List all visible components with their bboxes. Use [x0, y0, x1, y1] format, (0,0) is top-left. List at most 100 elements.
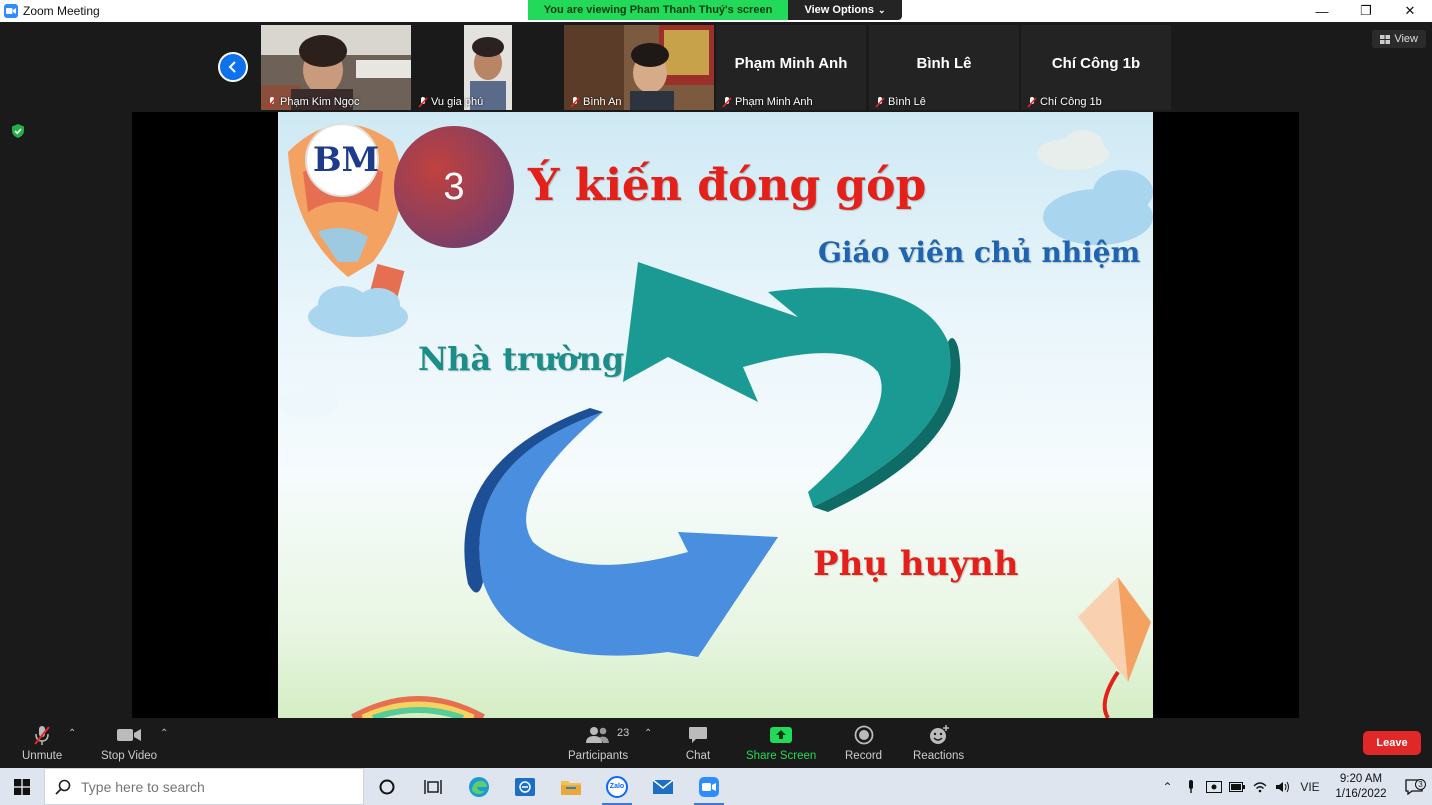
view-options-button[interactable]: View Options ⌄ — [788, 0, 902, 20]
mic-muted-icon — [34, 726, 50, 745]
rainbow-illustration — [351, 696, 485, 718]
zoom-app-icon — [699, 776, 719, 797]
task-view-button[interactable] — [410, 768, 456, 805]
shared-screen: BM 3 Ý kiến đóng góp Giáo viên chủ nhiệm… — [132, 112, 1299, 718]
video-camera-icon — [117, 729, 142, 741]
cortana-button[interactable] — [364, 768, 410, 805]
cloud-illustration — [278, 286, 408, 418]
view-options-label: View Options — [804, 4, 874, 16]
search-input[interactable] — [81, 778, 341, 795]
speaker-volume-icon[interactable] — [1271, 781, 1294, 793]
taskbar-app-mail[interactable] — [640, 768, 686, 805]
mic-muted-icon — [875, 96, 885, 108]
security-shield-icon[interactable] — [11, 124, 25, 138]
taskbar-app-edge[interactable] — [456, 768, 502, 805]
participants-options-caret[interactable]: ⌃ — [644, 728, 652, 739]
chat-button[interactable]: Chat — [684, 723, 712, 762]
search-icon — [55, 779, 71, 795]
mail-icon — [652, 778, 674, 794]
battery-icon[interactable] — [1225, 781, 1248, 792]
meet-now-icon[interactable] — [1202, 780, 1225, 793]
window-title: Zoom Meeting — [23, 4, 100, 18]
taskbar-app-zalo[interactable]: Zalo — [594, 768, 640, 805]
mic-muted-icon — [267, 96, 277, 108]
gallery-strip: Phạm Kim Ngọc Vu gia phú Bình An Phạm Mi… — [0, 22, 1432, 112]
participant-display-name: Phạm Minh Anh — [734, 55, 848, 72]
chevron-left-icon — [228, 61, 236, 73]
notification-count: 3 — [1415, 778, 1426, 790]
presentation-slide: BM 3 Ý kiến đóng góp Giáo viên chủ nhiệm… — [278, 112, 1153, 718]
record-button[interactable]: Record — [845, 723, 882, 762]
chat-bubble-icon — [689, 727, 707, 743]
participant-tile[interactable]: Phạm Kim Ngọc — [261, 25, 411, 110]
wifi-icon[interactable] — [1248, 781, 1271, 793]
participants-icon — [586, 727, 610, 743]
chevron-down-icon: ⌄ — [877, 4, 886, 15]
windows-logo-icon — [14, 778, 30, 795]
mic-muted-icon — [570, 96, 580, 108]
reactions-icon — [929, 725, 949, 744]
participant-name: Vu gia phú — [418, 96, 483, 108]
mic-muted-icon — [418, 96, 428, 108]
notifications-button[interactable]: 3 — [1396, 778, 1432, 795]
start-button[interactable] — [0, 768, 44, 805]
participant-name: Chí Công 1b — [1027, 96, 1102, 108]
share-banner: You are viewing Pham Thanh Thuý's screen… — [528, 0, 902, 20]
participant-name: Phạm Minh Anh — [722, 96, 813, 108]
slide-number-circle: 3 — [394, 126, 514, 248]
app-window-icon — [515, 777, 535, 796]
stop-video-button[interactable]: Stop Video — [101, 723, 157, 762]
view-button[interactable]: View — [1372, 30, 1426, 48]
kite-illustration — [1078, 577, 1151, 718]
viewing-screen-label: You are viewing Pham Thanh Thuý's screen — [528, 0, 788, 20]
clock-time: 9:20 AM — [1339, 772, 1383, 785]
zoom-app-icon — [4, 4, 18, 18]
input-language[interactable]: VIE — [1294, 780, 1326, 794]
zalo-icon: Zalo — [606, 775, 628, 798]
close-icon[interactable]: ✕ — [1388, 0, 1432, 22]
school-logo: BM — [312, 140, 380, 180]
edge-icon — [469, 776, 489, 797]
meeting-toolbar: Unmute ⌃ Stop Video ⌃ Participants 23 ⌃ … — [0, 718, 1432, 768]
clock-date: 1/16/2022 — [1335, 787, 1387, 800]
video-options-caret[interactable]: ⌃ — [160, 728, 168, 739]
taskbar-app-zoom[interactable] — [686, 768, 732, 805]
participant-tile[interactable]: Bình Lê Bình Lê — [869, 25, 1019, 110]
participant-tile[interactable]: Phạm Minh Anh Phạm Minh Anh — [716, 25, 866, 110]
audio-options-caret[interactable]: ⌃ — [68, 728, 76, 739]
window-controls: — ❐ ✕ — [1300, 0, 1432, 22]
grid-icon — [1380, 34, 1391, 44]
show-hidden-icons-chevron-up-icon[interactable]: ⌃ — [1156, 780, 1179, 794]
participant-display-name: Chí Công 1b — [1051, 55, 1141, 72]
gallery-prev-button[interactable] — [218, 52, 248, 82]
windows-taskbar: Zalo ⌃ VIE — [0, 768, 1432, 805]
unmute-button[interactable]: Unmute — [22, 723, 62, 762]
cortana-circle-icon — [379, 779, 395, 794]
folder-icon — [561, 780, 581, 795]
participant-tile[interactable]: Bình An — [564, 25, 714, 110]
reactions-button[interactable]: Reactions — [913, 723, 964, 762]
participant-tile[interactable]: Vu gia phú — [412, 25, 562, 110]
taskbar-clock[interactable]: 9:20 AM 1/16/2022 — [1326, 772, 1396, 802]
participants-count: 23 — [617, 727, 630, 739]
cloud-illustration — [1037, 130, 1153, 245]
system-tray: ⌃ VIE 9:20 AM 1/16/2022 3 — [1156, 768, 1432, 805]
leave-button[interactable]: Leave — [1363, 731, 1421, 755]
blue-arrow-shape — [464, 408, 778, 657]
taskbar-app-chat[interactable] — [502, 768, 548, 805]
minimize-icon[interactable]: — — [1300, 0, 1344, 22]
view-label: View — [1394, 33, 1418, 45]
record-icon — [854, 725, 873, 745]
mic-muted-icon — [1027, 96, 1037, 108]
participant-tile[interactable]: Chí Công 1b Chí Công 1b — [1021, 25, 1171, 110]
participant-name: Phạm Kim Ngọc — [267, 96, 359, 108]
participant-name: Bình An — [570, 96, 622, 108]
mic-muted-icon — [722, 96, 732, 108]
teal-arrow-shape — [623, 262, 961, 512]
restore-icon[interactable]: ❐ — [1344, 0, 1388, 22]
microphone-icon[interactable] — [1179, 779, 1202, 794]
taskbar-search[interactable] — [44, 768, 364, 805]
participant-name: Bình Lê — [875, 96, 926, 108]
taskbar-app-explorer[interactable] — [548, 768, 594, 805]
share-screen-button[interactable]: Share Screen — [746, 723, 816, 762]
